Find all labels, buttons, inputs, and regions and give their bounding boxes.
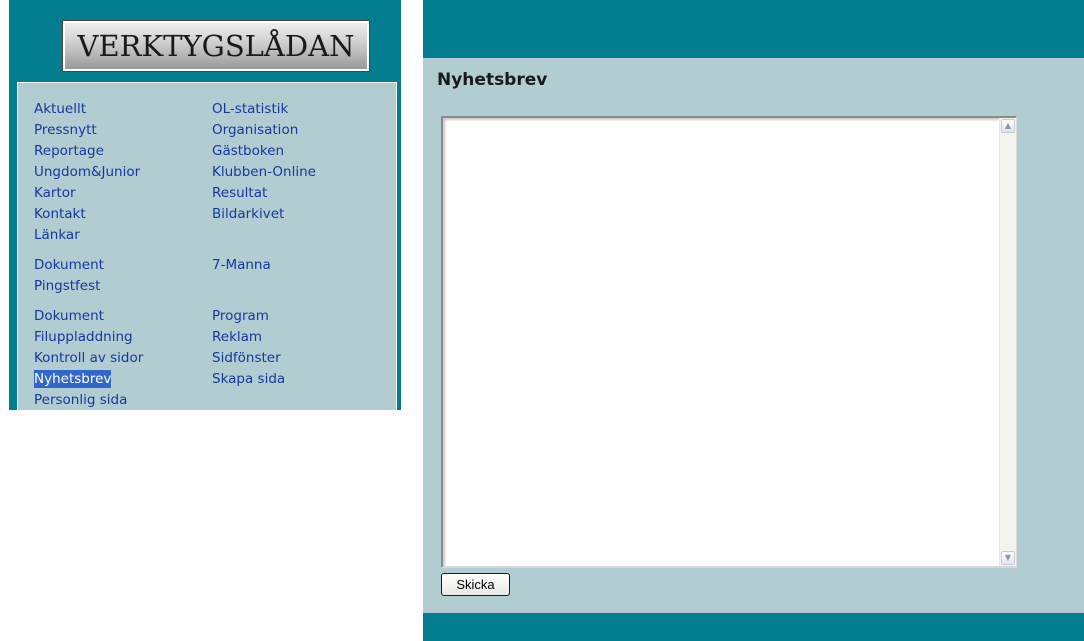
scroll-up-arrow-icon[interactable]: ▲	[1001, 119, 1015, 133]
menu-link-nyhetsbrev[interactable]: Nyhetsbrev	[34, 370, 112, 388]
toolbox-logo: VERKTYGSLÅDAN	[62, 20, 370, 72]
menu-link-aktuellt[interactable]: Aktuellt	[34, 100, 86, 118]
menu-link-kartor[interactable]: Kartor	[34, 184, 76, 202]
menu-link-pressnytt[interactable]: Pressnytt	[34, 121, 97, 139]
menu-link-dokument[interactable]: Dokument	[34, 256, 104, 274]
menu-link-organisation[interactable]: Organisation	[212, 121, 298, 139]
newsletter-panel: Nyhetsbrev ▲ ▼ Skicka	[423, 58, 1084, 613]
menu-link-sidfonster[interactable]: Sidfönster	[212, 349, 281, 367]
page-title: Nyhetsbrev	[437, 70, 548, 90]
menu-link-7-manna[interactable]: 7-Manna	[212, 256, 271, 274]
scroll-down-arrow-icon[interactable]: ▼	[1001, 551, 1015, 565]
textarea-scrollbar[interactable]: ▲ ▼	[999, 118, 1016, 566]
menu-link-kontakt[interactable]: Kontakt	[34, 205, 86, 223]
menu-link-pingstfest[interactable]: Pingstfest	[34, 277, 100, 295]
menu-link-reportage[interactable]: Reportage	[34, 142, 104, 160]
menu-link-lankar[interactable]: Länkar	[34, 226, 80, 244]
toolbox-menu-panel: VERKTYGSLÅDAN Aktuellt Pressnytt Reporta…	[9, 0, 401, 410]
menu-link-bildarkivet[interactable]: Bildarkivet	[212, 205, 284, 223]
menu-link-skapa-sida[interactable]: Skapa sida	[212, 370, 285, 388]
menu-link-resultat[interactable]: Resultat	[212, 184, 267, 202]
send-button[interactable]: Skicka	[441, 573, 510, 596]
menu-link-reklam[interactable]: Reklam	[212, 328, 262, 346]
menu-link-dokument-admin[interactable]: Dokument	[34, 307, 104, 325]
content-frame: Nyhetsbrev ▲ ▼ Skicka	[423, 0, 1084, 641]
menu-link-ol-statistik[interactable]: OL-statistik	[212, 100, 288, 118]
menu-link-program[interactable]: Program	[212, 307, 269, 325]
menu-link-ungdom-junior[interactable]: Ungdom&Junior	[34, 163, 140, 181]
toolbox-menu: Aktuellt Pressnytt Reportage Ungdom&Juni…	[17, 82, 397, 410]
menu-link-filuppladdning[interactable]: Filuppladdning	[34, 328, 133, 346]
menu-link-kontroll-av-sidor[interactable]: Kontroll av sidor	[34, 349, 143, 367]
menu-link-klubben-online[interactable]: Klubben-Online	[212, 163, 316, 181]
newsletter-textarea[interactable]	[441, 116, 1017, 568]
menu-link-personlig-sida[interactable]: Personlig sida	[34, 391, 127, 409]
menu-link-gastboken[interactable]: Gästboken	[212, 142, 284, 160]
